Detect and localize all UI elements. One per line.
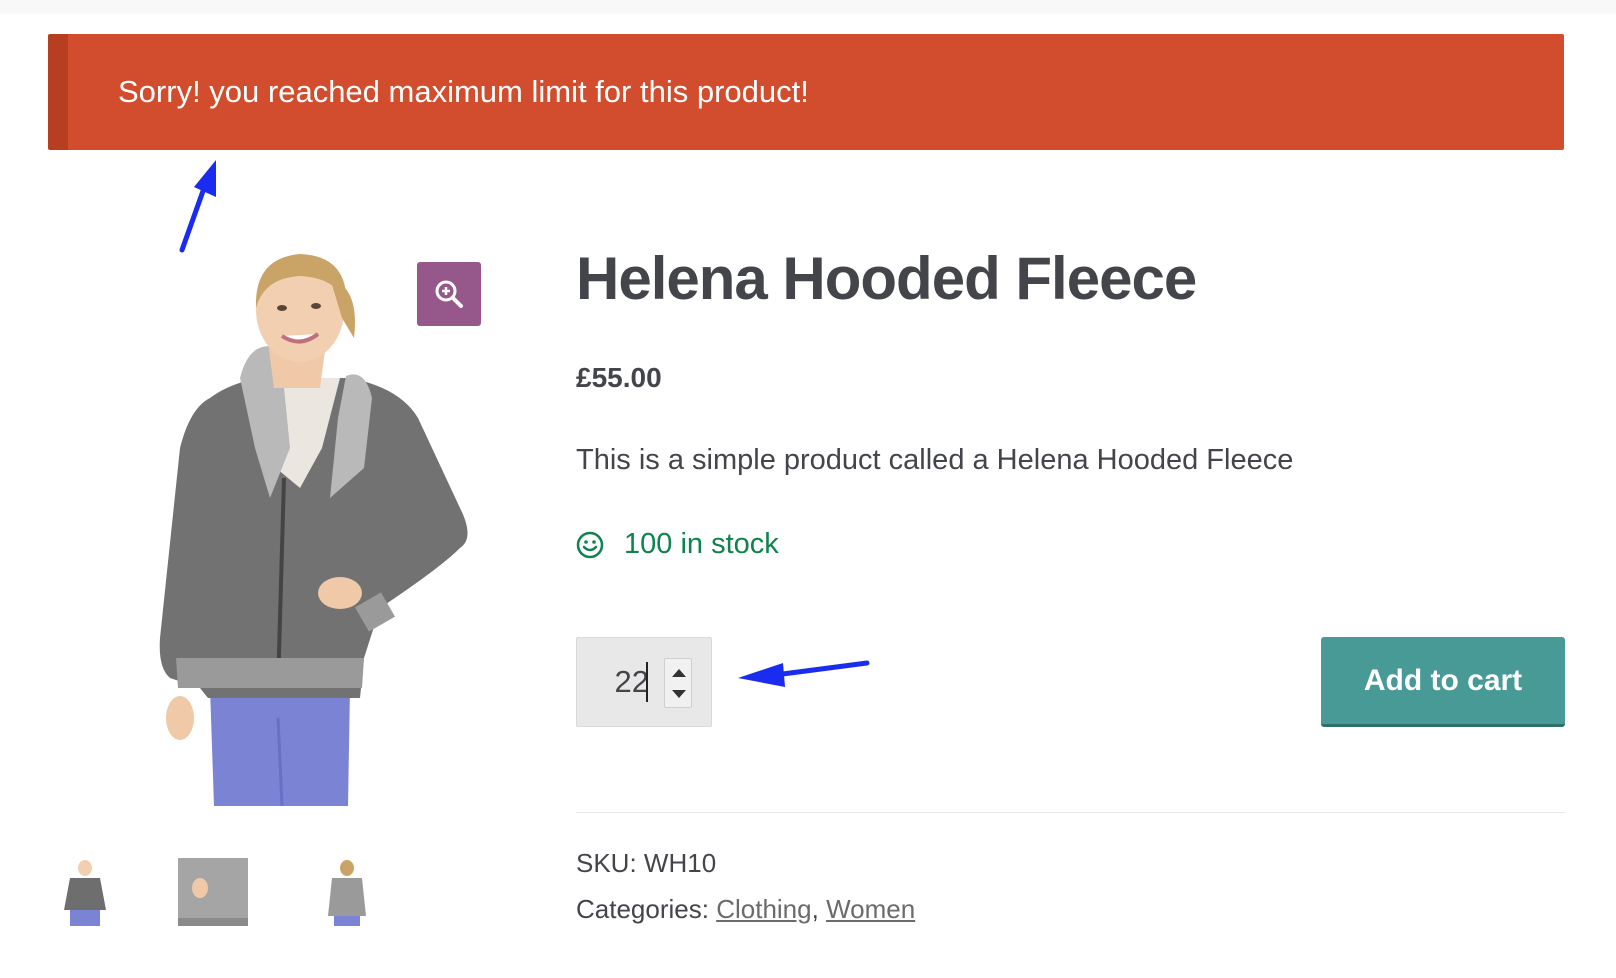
thumbnail-1[interactable]	[50, 858, 120, 926]
product-title: Helena Hooded Fleece	[576, 245, 1197, 312]
product-price: £55.00	[576, 362, 662, 393]
category-separator: ,	[811, 894, 819, 924]
thumbnail-3[interactable]	[312, 858, 382, 926]
quantity-spinner[interactable]	[664, 658, 692, 708]
sku-value: WH10	[643, 848, 717, 878]
product-description: This is a simple product called a Helena…	[576, 444, 1294, 476]
product-image[interactable]	[150, 248, 480, 806]
sku-line: SKU: WH10	[576, 848, 716, 879]
zoom-in-icon	[435, 280, 463, 308]
category-link-clothing[interactable]: Clothing	[716, 894, 811, 924]
categories-line: Categories: Clothing, Women	[576, 894, 915, 925]
divider	[576, 812, 1565, 813]
text-caret	[646, 662, 648, 702]
error-notice: Sorry! you reached maximum limit for thi…	[48, 34, 1564, 150]
sku-label: SKU:	[576, 848, 637, 878]
annotation-arrow-left	[738, 660, 870, 687]
stock-text: 100 in stock	[624, 528, 779, 560]
stock-status: 100 in stock	[576, 528, 779, 561]
notice-message: Sorry! you reached maximum limit for thi…	[118, 74, 809, 109]
annotation-arrow-up	[179, 160, 216, 253]
caret-down-icon[interactable]	[672, 690, 686, 698]
top-strip	[0, 0, 1616, 14]
smiley-icon	[576, 531, 604, 559]
caret-up-icon[interactable]	[672, 669, 686, 677]
category-link-women[interactable]: Women	[826, 894, 915, 924]
quantity-value: 22	[614, 664, 649, 699]
zoom-button[interactable]	[417, 262, 481, 326]
add-to-cart-button[interactable]: Add to cart	[1321, 637, 1565, 727]
categories-label: Categories:	[576, 894, 709, 924]
thumbnail-2[interactable]	[178, 858, 248, 926]
quantity-input[interactable]: 22	[576, 637, 712, 727]
